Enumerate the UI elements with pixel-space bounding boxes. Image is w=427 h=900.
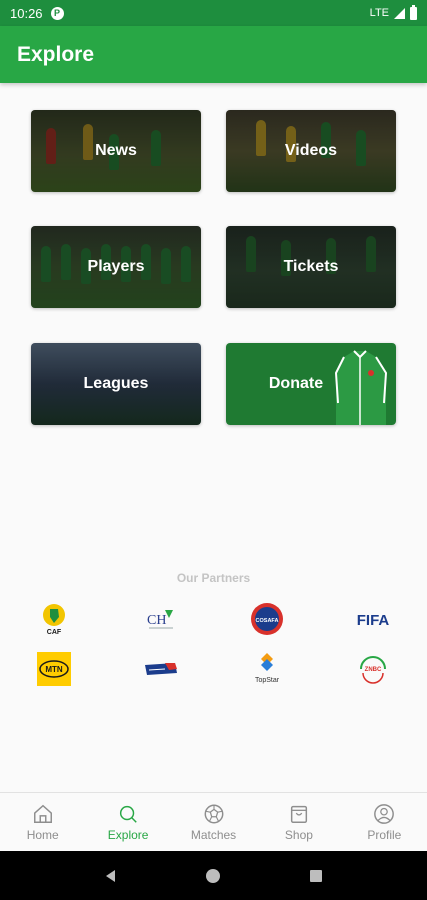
tile-tickets-label: Tickets <box>283 258 339 275</box>
nav-explore[interactable]: Explore <box>85 793 170 851</box>
back-icon[interactable] <box>103 868 119 884</box>
nav-home[interactable]: Home <box>0 793 85 851</box>
nav-shop[interactable]: Shop <box>256 793 341 851</box>
svg-text:MTN: MTN <box>45 665 63 674</box>
nav-matches-label: Matches <box>190 827 237 842</box>
svg-text:CAF: CAF <box>47 629 62 636</box>
system-nav-bar <box>0 851 427 900</box>
partners-title: Our Partners <box>176 571 251 585</box>
page-title: Explore <box>17 42 95 66</box>
bottom-nav: Home Explore Matches Shop Profile <box>0 792 427 851</box>
status-bar: 10:26 P LTE <box>0 0 427 26</box>
tile-videos[interactable]: Videos <box>226 110 396 192</box>
home-button-icon[interactable] <box>205 868 221 884</box>
signal-icon <box>394 7 405 19</box>
tile-players-label: Players <box>87 258 145 275</box>
znbc-logo[interactable]: ZNBC <box>346 651 400 687</box>
shopping-bag-icon <box>290 805 307 823</box>
nav-matches[interactable]: Matches <box>171 793 256 851</box>
status-time: 10:26 <box>10 5 43 21</box>
cosafa-logo[interactable]: COSAFA <box>240 601 294 637</box>
tile-leagues-label: Leagues <box>83 375 149 392</box>
tile-tickets[interactable]: Tickets <box>226 226 396 308</box>
nav-profile-label: Profile <box>367 827 402 842</box>
network-type: LTE <box>369 7 389 19</box>
tile-leagues[interactable]: Leagues <box>31 343 201 425</box>
notification-icon: P <box>50 6 64 20</box>
nav-home-label: Home <box>26 827 59 842</box>
fifa-logo[interactable]: FIFA <box>346 601 400 637</box>
nav-shop-label: Shop <box>284 827 313 842</box>
search-icon <box>120 805 137 823</box>
svg-text:COSAFA: COSAFA <box>256 618 279 624</box>
nav-profile[interactable]: Profile <box>342 793 427 851</box>
soccer-ball-icon <box>204 804 223 823</box>
status-right: LTE <box>369 4 417 20</box>
battery-icon <box>410 4 417 20</box>
tile-news-label: News <box>95 142 137 159</box>
tile-players[interactable]: Players <box>31 226 201 308</box>
nav-explore-label: Explore <box>107 827 149 842</box>
tile-donate[interactable]: Donate <box>226 343 396 425</box>
svg-text:ZNBC: ZNBC <box>365 667 382 673</box>
person-icon <box>374 803 395 824</box>
topstar-logo[interactable]: TopStar <box>240 651 294 687</box>
tile-videos-label: Videos <box>284 142 338 159</box>
recents-icon[interactable] <box>308 868 324 884</box>
home-icon <box>33 804 52 823</box>
tile-donate-label: Donate <box>268 375 324 392</box>
tile-news[interactable]: News <box>31 110 201 192</box>
partner-blue-logo[interactable] <box>134 651 188 687</box>
svg-text:FIFA: FIFA <box>357 612 390 629</box>
caf-logo[interactable]: CAF <box>27 601 81 637</box>
ch-logo[interactable]: CH <box>134 601 188 637</box>
app-bar: Explore <box>0 26 427 83</box>
mtn-logo[interactable]: MTN <box>27 651 81 687</box>
svg-text:CH: CH <box>147 613 166 628</box>
svg-text:TopStar: TopStar <box>255 677 280 684</box>
